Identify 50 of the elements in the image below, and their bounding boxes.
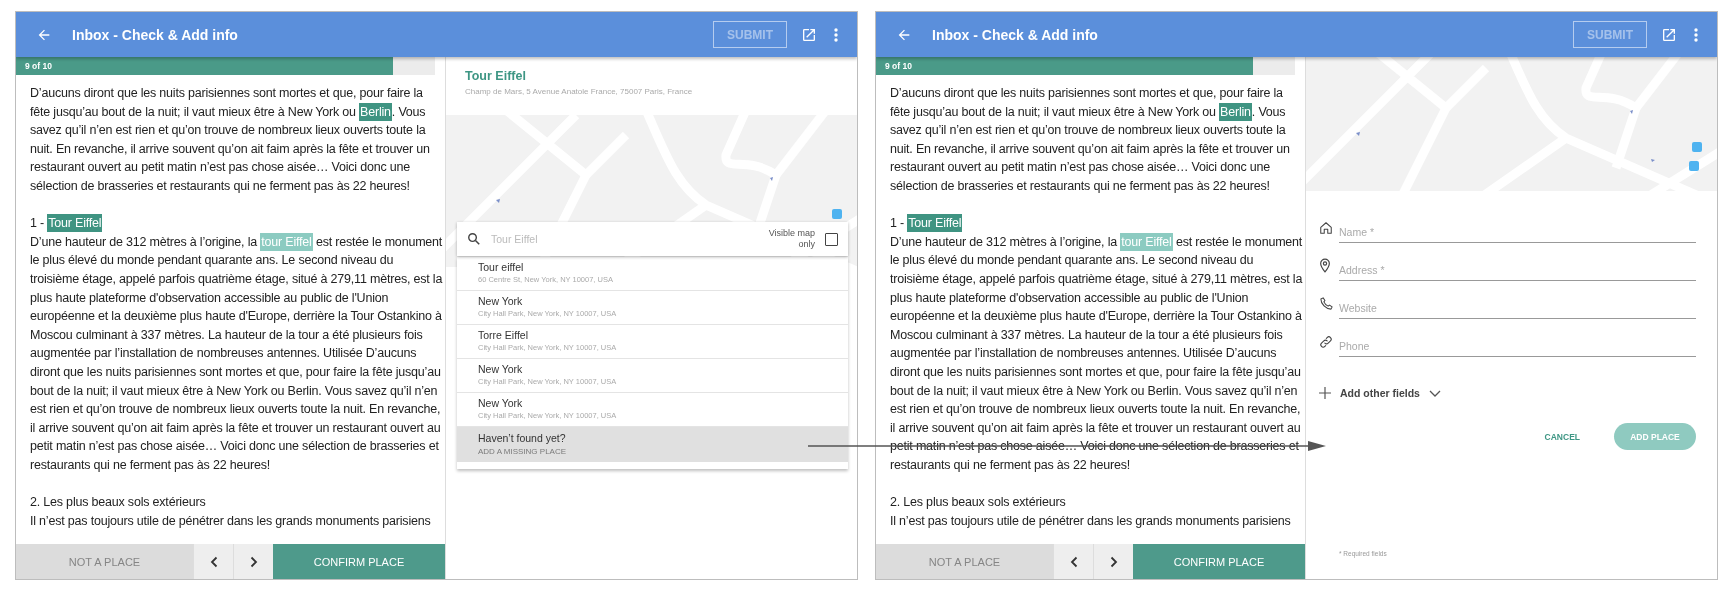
chevron-left-icon: [209, 555, 218, 568]
chevron-right-icon: [1109, 555, 1118, 568]
cancel-button[interactable]: CANCEL: [1540, 427, 1584, 446]
text-field[interactable]: Name *: [1339, 226, 1696, 243]
add-other-fields-button[interactable]: Add other fields: [1340, 387, 1420, 399]
result-name: New York: [478, 397, 523, 409]
add-missing-place-item[interactable]: Haven’t found yet? ADD A MISSING PLACE: [457, 427, 848, 462]
section-heading: 1 - Tour Eiffel: [890, 214, 964, 233]
search-icon: [467, 232, 481, 246]
house-icon: [1319, 221, 1333, 235]
progress-label: 9 of 10: [884, 61, 912, 71]
more-options-icon[interactable]: [833, 26, 839, 43]
section-heading: 2. Les plus beaux sols extérieurs: [890, 494, 1067, 512]
section-heading: 2. Les plus beaux sols extérieurs: [30, 494, 207, 512]
chevron-left-icon: [1069, 555, 1078, 568]
search-field[interactable]: Tour Eiffel Visible map only: [457, 222, 848, 256]
more-options-icon[interactable]: [1693, 26, 1699, 43]
confirm-place-button[interactable]: CONFIRM PLACE: [273, 544, 445, 579]
progress-label: 9 of 10: [24, 61, 52, 71]
open-external-icon[interactable]: [1661, 26, 1677, 43]
visible-map-only-checkbox[interactable]: [825, 232, 838, 246]
text-field[interactable]: Address *: [1339, 264, 1696, 281]
place-address: Champ de Mars, 5 Avenue Anatole France, 75007 Paris, France: [465, 87, 694, 96]
article-paragraph: Il n’est pas toujours utile de pénétrer dans les grands monuments parisiens: [890, 512, 1292, 530]
text-field[interactable]: Website: [1339, 302, 1696, 319]
article-paragraph: D’aucuns diront que les nuits parisiennes sont mortes et que, pour faire la fête jusqu’au bout de la nuit; il vaut mieux être à New York ou Berlin. Vous savez qu’il n’en est rien et qu’on trouve de nombreux lieux ouverts toute la nuit. En revanche, il arrive souvent qu’on ait faim après la fête et trouver un restaurant ouvert au petit matin n’est pas chose aisée… Voici donc une sélection de brasseries et restaurants qui ne ferment pas às 22 heures!: [30, 85, 431, 195]
chevron-right-icon: [249, 555, 258, 568]
plus-icon: [1319, 387, 1331, 399]
place-name: Tour Eiffel: [465, 69, 527, 83]
result-name: New York: [478, 363, 523, 375]
result-name: Tour eiffel: [478, 261, 524, 273]
location-pin-icon: [1319, 258, 1331, 273]
result-name: Torre Eiffel: [478, 329, 528, 341]
chevron-down-icon[interactable]: [1428, 389, 1441, 397]
visible-map-only-label: Visible map only: [767, 228, 815, 250]
search-input[interactable]: Tour Eiffel: [489, 232, 767, 246]
article-paragraph: D’une hauteur de 312 mètres à l’origine, la tour Eiffel est restée le monument le plus élevé du monde pendant quarante ans. Le second niveau du troisième étage, appelé parfois quatrième étage, situé à 279,11 mètres, est la plus haute plateforme d'observation accessible au public de l'Union européenne et la deuxième plus haute d'Europe, derrière la Tour Ostankino à Moscou culminant à 337 mètres. La hauteur de la tour a été plusieurs fois augmentée par l’installation de nombreuses antennes. Utilisée D’aucuns diront que les nuits parisiennes sont mortes et que, pour faire la fête jusqu’au bout de la nuit; il vaut mieux être à New York ou Berlin. Vous savez qu’il n’en est rien et qu’on trouve de nombreux lieux ouverts toute la nuit. En revanche, il arrive souvent qu’on ait faim après la fête et trouver un restaurant ouvert au petit matin n’est pas chose aisée… Voici donc une sélection de brasseries et restaurants qui ne ferment pas às 22 heures!: [30, 232, 443, 474]
page-title: Inbox - Check & Add info: [72, 26, 239, 43]
article-paragraph: D’aucuns diront que les nuits parisiennes sont mortes et que, pour faire la fête jusqu’au bout de la nuit; il vaut mieux être à New York ou Berlin. Vous savez qu’il n’en est rien et qu’on trouve de nombreux lieux ouverts toute la nuit. En revanche, il arrive souvent qu’on ait faim après la fête et trouver un restaurant ouvert au petit matin n’est pas chose aisée… Voici donc une sélection de brasseries et restaurants qui ne ferment pas às 22 heures!: [890, 85, 1291, 195]
add-missing-place-link[interactable]: ADD A MISSING PLACE: [478, 447, 567, 456]
text-field[interactable]: Phone: [1339, 340, 1696, 357]
result-name: New York: [478, 295, 523, 307]
confirm-place-button[interactable]: CONFIRM PLACE: [1133, 544, 1305, 579]
link-icon: [1319, 335, 1333, 349]
missing-place-title: Haven’t found yet?: [478, 432, 566, 444]
article-paragraph: Il n’est pas toujours utile de pénétrer dans les grands monuments parisiens: [30, 512, 432, 530]
page-title: Inbox - Check & Add info: [932, 26, 1099, 43]
section-heading: 1 - Tour Eiffel: [30, 214, 104, 233]
open-external-icon[interactable]: [801, 26, 817, 43]
phone-icon: [1319, 296, 1334, 311]
